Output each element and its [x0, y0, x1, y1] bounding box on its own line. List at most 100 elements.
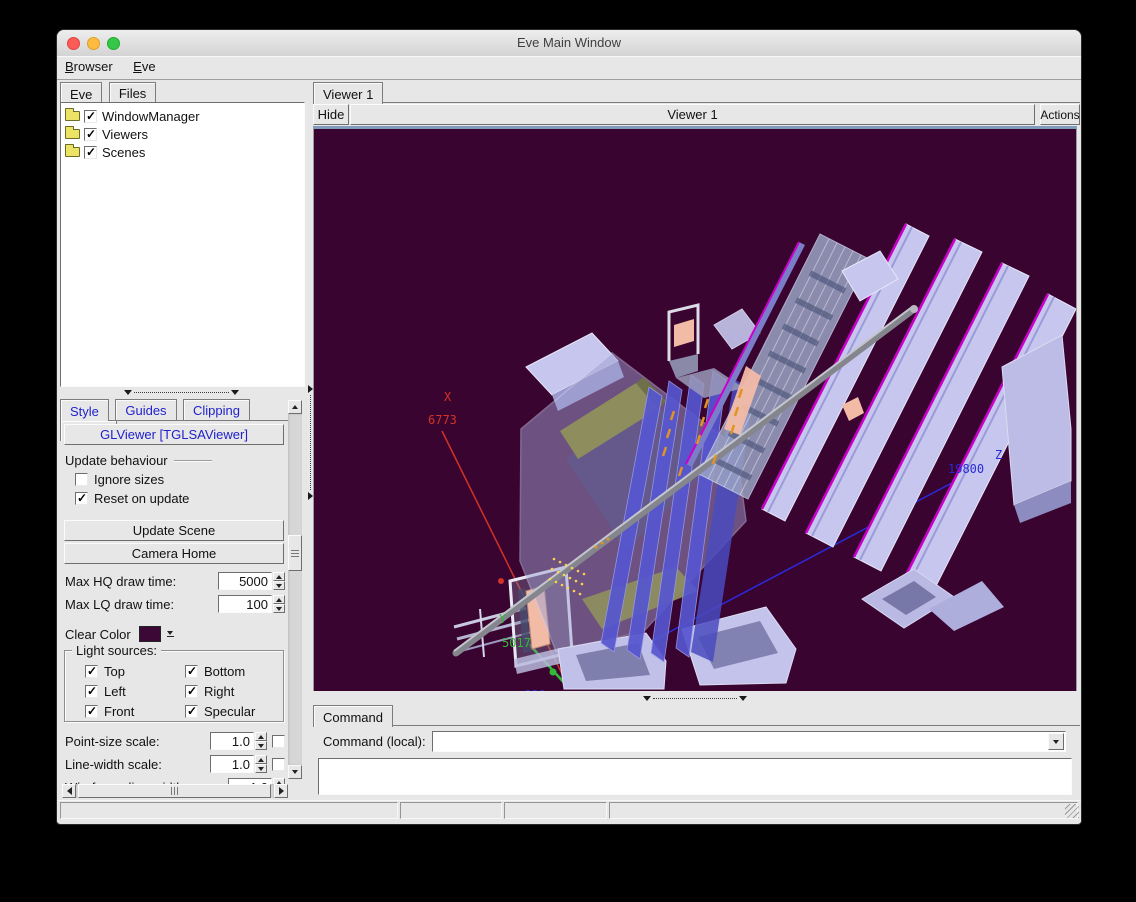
y-axis-value: 5017	[502, 636, 531, 650]
splitter-arrow-icon	[231, 390, 239, 395]
wireframe-row: Wireframe line-width 1.0	[63, 777, 285, 784]
light-left-checkbox[interactable]	[85, 685, 98, 698]
menubar: Browser Eve	[57, 56, 1081, 80]
viewer-tabbar: Viewer 1	[313, 81, 1080, 103]
tab-command[interactable]: Command	[313, 705, 393, 727]
splitter-arrow-icon	[643, 696, 651, 701]
light-sources-group: Light sources: Top Bottom Left Right Fro…	[64, 650, 284, 722]
tree-checkbox[interactable]	[84, 146, 97, 159]
light-bottom: Bottom	[179, 663, 279, 679]
viewer-splitter-handle[interactable]	[643, 694, 747, 702]
tree-item-scenes[interactable]: Scenes	[63, 143, 302, 161]
menu-browser[interactable]: Browser	[65, 56, 113, 74]
command-combobox	[432, 731, 1066, 752]
scroll-right-button[interactable]	[274, 784, 288, 798]
point-size-checkbox[interactable]	[272, 735, 285, 748]
ignore-sizes-checkbox[interactable]	[75, 473, 88, 486]
tab-viewer-1[interactable]: Viewer 1	[313, 82, 383, 104]
left-tabbar: Eve Files	[60, 81, 305, 103]
calorimeter-assembly	[686, 224, 1076, 631]
update-behaviour-section: Update behaviour	[65, 452, 285, 468]
actions-button[interactable]: Actions	[1040, 104, 1080, 125]
statusbar	[57, 800, 1081, 822]
clear-color-swatch[interactable]	[139, 626, 161, 642]
left-hscrollbar-thumb[interactable]	[78, 784, 271, 798]
viewer-title-bar: Viewer 1	[350, 104, 1035, 125]
resize-grip[interactable]	[1065, 804, 1079, 818]
line-width-row: Line-width scale: 1.0	[63, 754, 285, 774]
light-specular-checkbox[interactable]	[185, 705, 198, 718]
clear-color-row: Clear Color	[63, 625, 285, 643]
line-width-stepper[interactable]	[255, 755, 267, 773]
tree-item-viewers[interactable]: Viewers	[63, 125, 302, 143]
max-hq-input[interactable]: 5000	[218, 572, 272, 590]
x-axis-value: 6773	[428, 413, 457, 427]
light-right: Right	[179, 683, 279, 699]
light-left: Left	[79, 683, 179, 699]
tree-checkbox[interactable]	[84, 128, 97, 141]
arrow-down-icon	[292, 770, 298, 774]
max-lq-input[interactable]: 100	[218, 595, 272, 613]
splitter-arrow-icon	[739, 696, 747, 701]
tab-style[interactable]: Style	[60, 399, 109, 421]
scroll-up-button[interactable]	[288, 400, 302, 414]
line-width-checkbox[interactable]	[272, 758, 285, 771]
z-axis-value: 19800	[948, 462, 984, 476]
splitter-arrow-icon	[308, 492, 313, 500]
reset-on-update-row: Reset on update	[69, 490, 285, 506]
menu-eve[interactable]: Eve	[133, 56, 155, 74]
tab-clipping[interactable]: Clipping	[183, 399, 250, 420]
light-top: Top	[79, 663, 179, 679]
light-front-checkbox[interactable]	[85, 705, 98, 718]
eve-tree: WindowManager Viewers Scenes	[60, 102, 305, 387]
status-cell	[504, 802, 607, 819]
tab-files[interactable]: Files	[109, 82, 156, 103]
light-right-checkbox[interactable]	[185, 685, 198, 698]
point-size-row: Point-size scale: 1.0	[63, 731, 285, 751]
point-size-stepper[interactable]	[255, 732, 267, 750]
glviewer-button[interactable]: GLViewer [TGLSAViewer]	[64, 424, 284, 445]
x-axis-label: X	[444, 390, 452, 404]
ignore-sizes-row: Ignore sizes	[69, 471, 285, 487]
splitter-arrow-icon	[308, 385, 313, 393]
status-cell	[400, 802, 502, 819]
origin-value: -830	[517, 688, 546, 691]
chevron-down-icon	[167, 631, 173, 635]
left-splitter-handle[interactable]	[124, 388, 239, 396]
left-vscrollbar-thumb[interactable]	[288, 535, 302, 571]
command-output	[318, 758, 1072, 795]
max-hq-row: Max HQ draw time: 5000	[63, 571, 285, 591]
hide-button[interactable]: Hide	[313, 104, 349, 125]
light-specular: Specular	[179, 703, 279, 719]
gl-viewport[interactable]: X 6773 Y 5017 Z 19800 -830	[313, 126, 1077, 691]
tree-item-windowmanager[interactable]: WindowManager	[63, 107, 302, 125]
scroll-left-button[interactable]	[62, 784, 76, 798]
max-hq-stepper[interactable]	[273, 572, 285, 590]
max-lq-stepper[interactable]	[273, 595, 285, 613]
camera-home-button[interactable]: Camera Home	[64, 543, 284, 564]
scroll-down-button[interactable]	[288, 765, 302, 779]
update-scene-button[interactable]: Update Scene	[64, 520, 284, 541]
splitter-arrow-icon	[124, 390, 132, 395]
folder-icon	[65, 129, 80, 139]
status-cell	[60, 802, 398, 819]
reset-on-update-checkbox[interactable]	[75, 492, 88, 505]
left-vscrollbar-track[interactable]	[288, 414, 302, 765]
light-top-checkbox[interactable]	[85, 665, 98, 678]
tab-eve[interactable]: Eve	[60, 82, 102, 104]
command-input[interactable]	[435, 733, 1049, 750]
folder-icon	[65, 111, 80, 121]
arrow-left-icon	[67, 787, 72, 795]
command-dropdown-button[interactable]	[1048, 733, 1064, 750]
window-title: Eve Main Window	[57, 35, 1081, 50]
titlebar: Eve Main Window	[57, 30, 1081, 57]
light-bottom-checkbox[interactable]	[185, 665, 198, 678]
tab-guides[interactable]: Guides	[115, 399, 176, 420]
clear-color-dropdown[interactable]	[164, 626, 177, 642]
point-size-input[interactable]: 1.0	[210, 732, 254, 750]
max-lq-row: Max LQ draw time: 100	[63, 594, 285, 614]
status-cell	[609, 802, 1078, 819]
line-width-input[interactable]: 1.0	[210, 755, 254, 773]
command-label: Command (local):	[323, 734, 426, 749]
tree-checkbox[interactable]	[84, 110, 97, 123]
